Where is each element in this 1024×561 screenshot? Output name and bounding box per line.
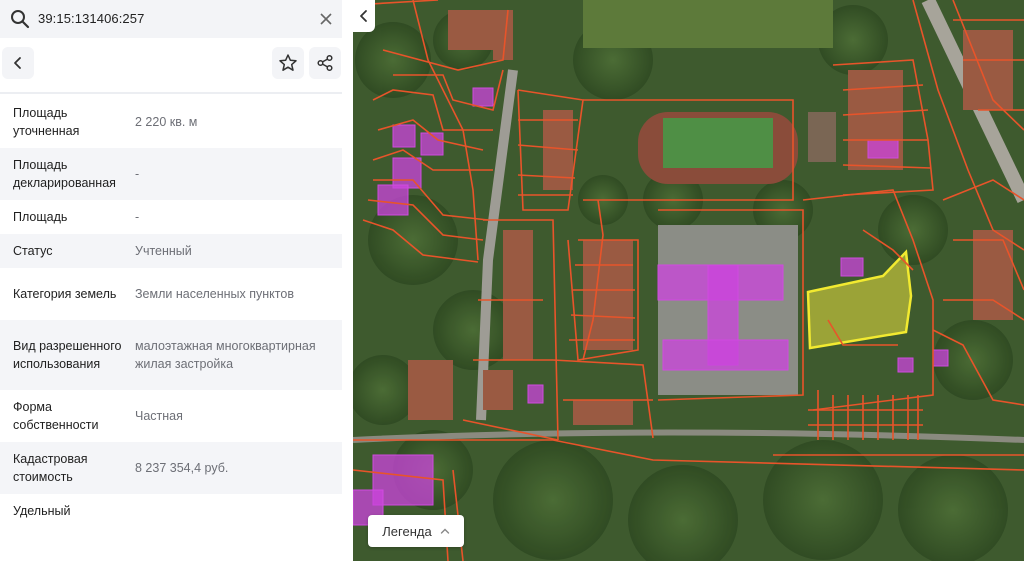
share-button[interactable] bbox=[309, 47, 341, 79]
property-label: Удельный bbox=[13, 504, 71, 518]
legend-button[interactable]: Легенда bbox=[368, 515, 464, 547]
property-row: Категория земель Земли населенных пункто… bbox=[0, 268, 342, 320]
property-value: Частная bbox=[135, 409, 183, 423]
property-label: Вид разрешенного использования bbox=[13, 339, 122, 371]
satellite-map[interactable] bbox=[353, 0, 1024, 561]
back-icon bbox=[14, 57, 21, 69]
property-value: малоэтажная многоквартирная жилая застро… bbox=[135, 339, 316, 371]
search-input[interactable]: 39:15:131406:257 bbox=[38, 11, 144, 26]
back-button[interactable] bbox=[2, 47, 34, 79]
property-label: Статус bbox=[13, 244, 53, 258]
map-canvas[interactable] bbox=[353, 0, 1024, 561]
property-row: Статус Учтенный bbox=[0, 234, 342, 268]
property-label: Площадь уточненная bbox=[13, 106, 80, 138]
property-value: - bbox=[135, 210, 140, 224]
property-label: Кадастровая стоимость bbox=[13, 452, 88, 484]
collapse-panel-button[interactable] bbox=[353, 0, 375, 32]
property-value: Учтенный bbox=[135, 244, 192, 258]
property-label: Площадь bbox=[13, 210, 68, 224]
property-row: Площадь - bbox=[0, 200, 342, 234]
property-label: Форма собственности bbox=[13, 400, 99, 432]
close-icon[interactable] bbox=[318, 11, 334, 27]
legend-label: Легенда bbox=[382, 523, 432, 539]
chevron-up-icon bbox=[440, 528, 449, 534]
search-icon bbox=[10, 9, 30, 29]
divider bbox=[0, 92, 342, 94]
star-icon bbox=[279, 54, 297, 71]
property-value: 2 220 кв. м bbox=[135, 115, 198, 129]
favorite-button[interactable] bbox=[272, 47, 304, 79]
panel-toolbar bbox=[0, 44, 342, 84]
search-bar[interactable]: 39:15:131406:257 bbox=[0, 0, 342, 38]
collapse-panel-icon bbox=[360, 10, 367, 22]
share-icon bbox=[317, 54, 333, 72]
property-row: Форма собственности Частная bbox=[0, 390, 342, 442]
property-label: Категория земель bbox=[13, 287, 117, 301]
property-list: Площадь уточненная 2 220 кв. м Площадь д… bbox=[0, 96, 342, 528]
property-row: Площадь уточненная 2 220 кв. м bbox=[0, 96, 342, 148]
property-value: - bbox=[135, 167, 140, 181]
property-value: Земли населенных пунктов bbox=[135, 287, 294, 301]
info-panel: 39:15:131406:257 Площадь уточненная 2 22… bbox=[0, 0, 352, 561]
property-row: Площадь декларированная - bbox=[0, 148, 342, 200]
property-row: Удельный bbox=[0, 494, 342, 528]
property-label: Площадь декларированная bbox=[13, 158, 116, 190]
property-row: Кадастровая стоимость 8 237 354,4 руб. bbox=[0, 442, 342, 494]
property-value: 8 237 354,4 руб. bbox=[135, 461, 229, 475]
property-row: Вид разрешенного использования малоэтажн… bbox=[0, 320, 342, 390]
